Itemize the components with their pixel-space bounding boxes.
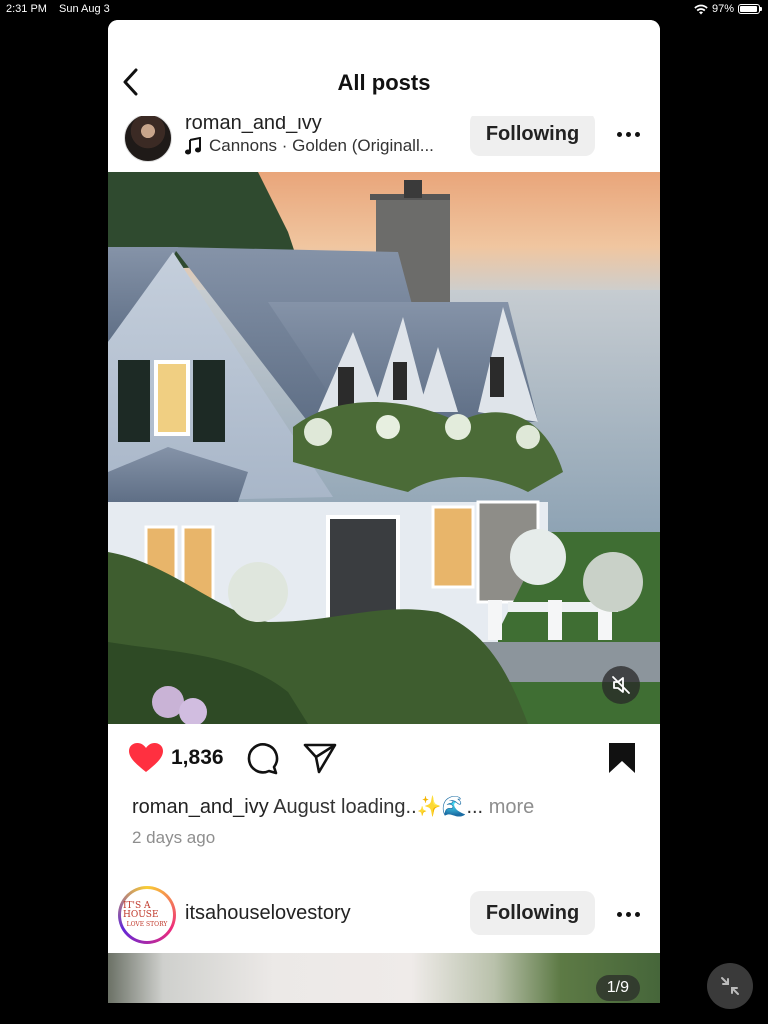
like-count[interactable]: 1,836 xyxy=(171,746,224,770)
following-button[interactable]: Following xyxy=(470,112,595,156)
status-right: 97% xyxy=(694,3,762,15)
speaker-muted-icon xyxy=(612,676,630,694)
page-title: All posts xyxy=(337,70,431,95)
more-dot xyxy=(634,131,640,137)
posts-sheet: All posts roman_and_ivy Cannons · Golden… xyxy=(108,20,660,1003)
audio-info[interactable]: Cannons · Golden (Originall... xyxy=(185,136,434,156)
more-dot xyxy=(616,911,622,917)
collapse-button[interactable] xyxy=(707,963,753,1009)
post-header: IT'S A HOUSE LOVE STORY itsahouselovesto… xyxy=(108,884,660,946)
avatar[interactable]: IT'S A HOUSE LOVE STORY xyxy=(118,886,176,944)
post-timestamp: 2 days ago xyxy=(132,828,216,847)
post-header: roman_and_ivy Cannons · Golden (Original… xyxy=(108,110,660,172)
comment-button[interactable] xyxy=(245,742,279,781)
audio-title: Cannons · Golden (Originall... xyxy=(209,136,434,155)
nav-bar: All posts xyxy=(108,20,660,116)
more-options-button[interactable] xyxy=(614,120,642,148)
like-button[interactable] xyxy=(128,742,164,779)
following-button[interactable]: Following xyxy=(470,891,595,935)
caption-username[interactable]: roman_and_ivy xyxy=(132,796,269,818)
battery-percent: 97% xyxy=(711,3,734,15)
carousel-page-count: 1/9 xyxy=(595,975,640,1001)
avatar-logo-line2: LOVE STORY xyxy=(126,921,168,928)
battery-icon xyxy=(738,4,762,14)
post-video[interactable] xyxy=(108,172,660,724)
avatar[interactable] xyxy=(124,114,172,162)
mute-button[interactable] xyxy=(602,666,640,704)
heart-filled-icon xyxy=(129,743,163,772)
more-options-button[interactable] xyxy=(614,900,642,928)
house-photo xyxy=(108,172,660,724)
wifi-icon xyxy=(694,4,708,14)
more-dot xyxy=(625,911,631,917)
post-actions: 1,836 xyxy=(108,734,660,784)
post-username[interactable]: itsahouselovestory xyxy=(185,902,351,925)
caption: roman_and_ivy August loading..✨🌊... more xyxy=(132,794,534,819)
avatar-logo: IT'S A HOUSE LOVE STORY xyxy=(121,889,173,941)
more-dot xyxy=(634,911,640,917)
status-date: Sun Aug 3 xyxy=(59,3,110,15)
caption-more-link[interactable]: more xyxy=(489,796,535,818)
post-image-carousel[interactable]: 1/9 xyxy=(108,953,660,1003)
status-time: 2:31 PM xyxy=(6,3,47,15)
send-icon xyxy=(303,743,337,774)
comment-icon xyxy=(247,743,279,775)
bookmark-filled-icon xyxy=(609,743,635,773)
more-dot xyxy=(625,131,631,137)
more-dot xyxy=(616,131,622,137)
share-button[interactable] xyxy=(303,742,337,779)
status-bar: 2:31 PM Sun Aug 3 97% xyxy=(0,0,768,20)
music-note-icon xyxy=(185,137,201,155)
avatar-logo-line1: IT'S A HOUSE xyxy=(123,901,159,920)
caption-text: August loading..✨🌊... xyxy=(273,796,484,818)
save-button[interactable] xyxy=(607,742,637,779)
collapse-arrows-icon xyxy=(721,977,739,995)
